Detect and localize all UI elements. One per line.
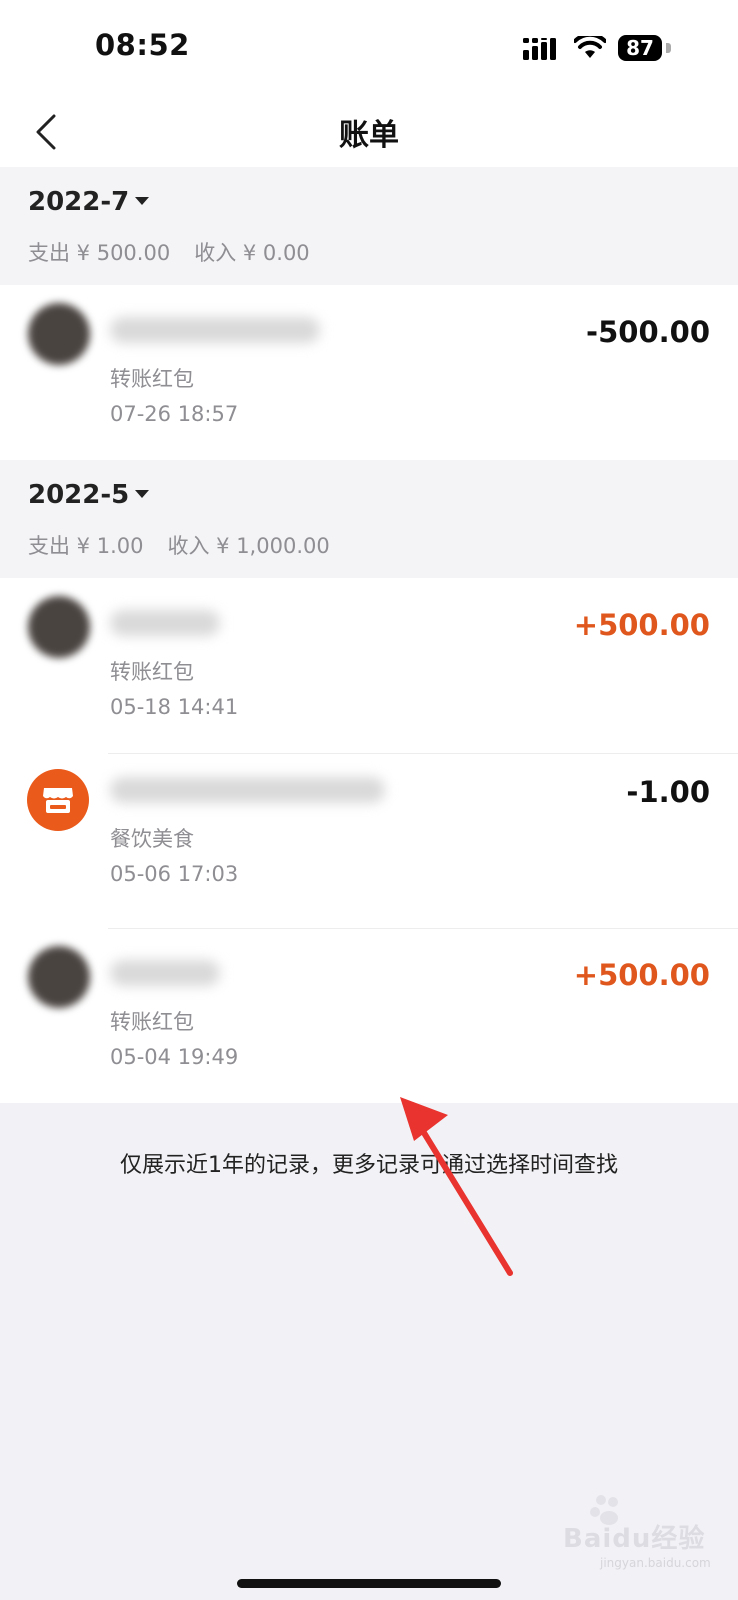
blurred-name (110, 610, 220, 636)
status-bar: 08:52 87 (0, 0, 738, 100)
battery-level: 87 (618, 35, 662, 61)
month-header: 2022-7 支出 ¥ 500.00 收入 ¥ 0.00 (0, 167, 738, 285)
blurred-name (110, 777, 385, 803)
expense-total: 支出 ¥ 1.00 (28, 534, 144, 558)
battery-icon: 87 (618, 35, 672, 63)
avatar (28, 303, 90, 365)
caret-down-icon (135, 489, 150, 498)
cellular-signal-icon (523, 38, 556, 60)
watermark-url: jingyan.baidu.com (600, 1556, 711, 1570)
blurred-name (110, 960, 220, 986)
home-indicator[interactable] (237, 1579, 501, 1588)
nav-bar: 账单 (0, 100, 738, 167)
transaction-category: 餐饮美食 (110, 827, 194, 851)
annotation-arrow-icon (400, 1097, 513, 1276)
caret-down-icon (135, 196, 150, 205)
income-total: 收入 ¥ 0.00 (194, 241, 310, 265)
transaction-category: 转账红包 (110, 660, 194, 684)
status-time: 08:52 (95, 28, 190, 62)
month-selector[interactable]: 2022-5 (28, 480, 150, 510)
transaction-category: 转账红包 (110, 367, 194, 391)
transaction-datetime: 07-26 18:57 (110, 402, 239, 426)
transaction-row[interactable]: 餐饮美食 05-06 17:03 -1.00 (0, 753, 738, 928)
transaction-datetime: 05-18 14:41 (110, 695, 239, 719)
avatar (28, 596, 90, 658)
watermark-text: Baidu经验 (563, 1524, 706, 1554)
transaction-datetime: 05-04 19:49 (110, 1045, 239, 1069)
transaction-row[interactable]: 转账红包 07-26 18:57 -500.00 (0, 285, 738, 460)
avatar (28, 946, 90, 1008)
wifi-icon (574, 36, 606, 58)
month-summary: 支出 ¥ 500.00 收入 ¥ 0.00 (28, 237, 334, 267)
income-total: 收入 ¥ 1,000.00 (167, 534, 330, 558)
transaction-amount: +500.00 (573, 958, 710, 992)
transaction-amount: +500.00 (573, 608, 710, 642)
transaction-row[interactable]: 转账红包 05-04 19:49 +500.00 (0, 928, 738, 1103)
expense-total: 支出 ¥ 500.00 (28, 241, 171, 265)
shop-icon (27, 769, 89, 831)
month-summary: 支出 ¥ 1.00 收入 ¥ 1,000.00 (28, 530, 354, 560)
month-label: 2022-7 (28, 187, 130, 217)
transaction-amount: -1.00 (626, 775, 710, 809)
page-title: 账单 (339, 118, 399, 153)
transaction-row[interactable]: 转账红包 05-18 14:41 +500.00 (0, 578, 738, 753)
month-selector[interactable]: 2022-7 (28, 187, 150, 217)
month-header: 2022-5 支出 ¥ 1.00 收入 ¥ 1,000.00 (0, 460, 738, 578)
footer-note: 仅展示近1年的记录，更多记录可通过选择时间查找 (120, 1153, 618, 1178)
transaction-category: 转账红包 (110, 1010, 194, 1034)
transaction-datetime: 05-06 17:03 (110, 862, 239, 886)
blurred-name (110, 317, 320, 343)
month-label: 2022-5 (28, 480, 130, 510)
transaction-amount: -500.00 (586, 315, 710, 349)
